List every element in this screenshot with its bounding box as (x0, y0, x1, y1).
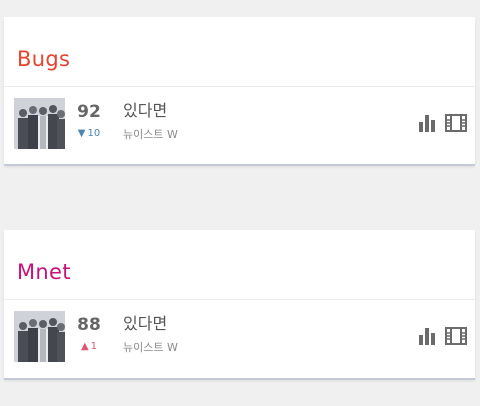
rank-up-arrow-icon: ▲ (80, 341, 89, 352)
rank-change-value: 1 (90, 341, 98, 352)
chart-rank: 88 (77, 315, 101, 335)
chart-entry-row[interactable]: 92 ▼ 10 있다면 뉴이스트 W (4, 87, 475, 164)
card-header: Mnet (4, 230, 475, 300)
mnet-chart-card: Mnet 88 ▲ 1 있다면 뉴이스트 W (4, 230, 475, 378)
service-name-bugs: Bugs (17, 47, 71, 71)
card-header: Bugs (4, 17, 475, 87)
bugs-chart-card: Bugs 92 ▼ 10 있다면 뉴이스트 W (4, 17, 475, 164)
song-artist[interactable]: 뉴이스트 W (123, 128, 178, 142)
song-title[interactable]: 있다면 (123, 314, 167, 334)
song-title[interactable]: 있다면 (123, 101, 167, 121)
chart-entry-row[interactable]: 88 ▲ 1 있다면 뉴이스트 W (4, 300, 475, 377)
chart-rank: 92 (77, 102, 101, 122)
rank-down-arrow-icon: ▼ (77, 128, 86, 139)
rank-change: ▲ 1 (69, 341, 109, 353)
rank-change-value: 10 (87, 128, 101, 139)
album-thumbnail[interactable] (14, 98, 65, 149)
service-name-mnet: Mnet (17, 260, 71, 284)
rank-change: ▼ 10 (69, 128, 109, 140)
song-artist[interactable]: 뉴이스트 W (123, 341, 178, 355)
album-thumbnail[interactable] (14, 311, 65, 362)
film-strip-icon[interactable] (445, 113, 467, 133)
bar-chart-icon[interactable] (418, 326, 438, 346)
film-strip-icon[interactable] (445, 326, 467, 346)
bar-chart-icon[interactable] (418, 113, 438, 133)
